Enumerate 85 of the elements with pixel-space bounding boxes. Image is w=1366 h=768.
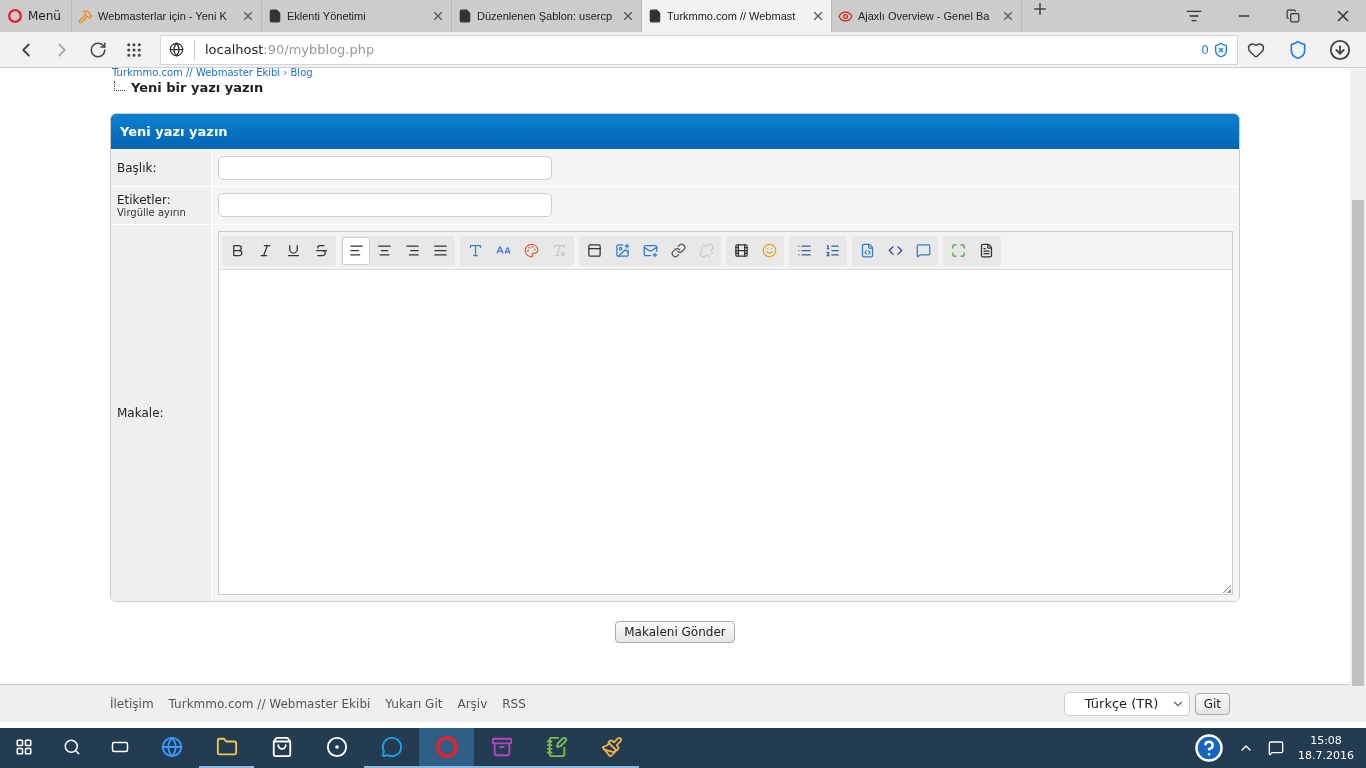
shopping-bag-icon xyxy=(270,736,293,758)
blocked-count: 0 xyxy=(1201,42,1209,57)
circle-logo-icon xyxy=(325,736,348,758)
hammer-icon xyxy=(77,8,93,24)
footer-link[interactable]: Arşiv xyxy=(457,696,488,711)
text-field[interactable] xyxy=(218,156,552,180)
footer-link[interactable]: Yukarı Git xyxy=(385,696,443,711)
start-icon[interactable] xyxy=(15,738,33,756)
speech-bubble-icon xyxy=(915,243,931,258)
text-field[interactable] xyxy=(218,193,552,217)
page-icon xyxy=(267,9,282,23)
document-icon xyxy=(978,243,994,258)
shield-icon[interactable] xyxy=(1213,41,1229,58)
help-icon[interactable] xyxy=(1194,733,1224,763)
image-plus-icon xyxy=(614,243,630,258)
heart-icon[interactable] xyxy=(1247,40,1265,59)
paintbrush-icon xyxy=(600,736,623,758)
page-icon xyxy=(647,9,662,23)
shield-icon[interactable] xyxy=(1288,39,1308,60)
toolbar-button[interactable] xyxy=(342,236,370,265)
eye-icon xyxy=(837,8,853,24)
clear-format-icon xyxy=(551,243,567,258)
chat-bubble-icon xyxy=(380,736,403,758)
reload-icon[interactable] xyxy=(89,40,107,59)
ring-logo-icon xyxy=(8,9,22,23)
footer-link[interactable]: Turkmmo.com // Webmaster Ekibi xyxy=(168,696,371,711)
panel-title: Yeni yazı yazın xyxy=(111,114,1239,149)
link-icon xyxy=(670,243,686,258)
tab-title: Düzenlenen Şablon: usercp xyxy=(476,10,614,22)
mail-plus-icon xyxy=(642,243,658,258)
url-path: :90/mybblog.php xyxy=(263,42,375,57)
tab-title: Eklenti Yönetimi xyxy=(286,10,367,22)
folder-icon xyxy=(215,736,238,758)
search-icon[interactable] xyxy=(63,738,81,756)
footer-link[interactable]: RSS xyxy=(502,696,526,711)
italic-icon xyxy=(257,243,273,258)
justify-icon xyxy=(432,243,448,258)
go-button[interactable]: Git xyxy=(1194,692,1230,715)
field-hint: Virgülle ayırın xyxy=(117,207,187,218)
maximize-icon xyxy=(950,243,966,258)
address-field[interactable]: localhost:90/mybblog.php 0 xyxy=(160,34,1238,65)
tab-menu-icon[interactable] xyxy=(1186,8,1202,24)
globe-icon xyxy=(160,736,183,758)
download-icon[interactable] xyxy=(1329,38,1351,61)
tab-title: Ajaxlı Overview - Genel Ba xyxy=(857,10,991,22)
palette-icon xyxy=(523,243,539,258)
font-icon xyxy=(467,243,483,258)
resize-grip-icon[interactable] xyxy=(1223,585,1231,593)
speed-dial-icon[interactable] xyxy=(125,40,143,59)
field-label: Makale: xyxy=(117,406,165,420)
clock[interactable]: 15:08 18.7.2016 xyxy=(1298,733,1354,763)
strikethrough-icon xyxy=(313,243,329,258)
film-icon xyxy=(733,243,749,258)
url-host: localhost xyxy=(205,42,264,57)
globe-icon xyxy=(169,42,184,57)
tab-title: Webmasterlar için - Yeni K xyxy=(97,10,228,22)
language-select[interactable]: Türkçe (TR) xyxy=(1063,691,1190,716)
align-center-icon xyxy=(376,243,392,258)
field-label: Başlık: xyxy=(117,161,158,175)
numbered-list-icon xyxy=(824,243,840,258)
align-left-icon xyxy=(348,243,364,258)
submit-button[interactable]: Makaleni Gönder xyxy=(615,621,735,643)
clock-date: 18.7.2016 xyxy=(1298,748,1354,763)
clock-time: 15:08 xyxy=(1310,733,1342,748)
scrollbar-thumb[interactable] xyxy=(1352,200,1364,686)
code-icon xyxy=(887,243,903,258)
align-right-icon xyxy=(404,243,420,258)
bullet-list-icon xyxy=(796,243,812,258)
smiley-icon xyxy=(761,243,777,258)
notification-icon[interactable] xyxy=(1268,740,1284,756)
tab-title: Turkmmo.com // Webmast xyxy=(666,10,797,22)
scrollbar[interactable] xyxy=(1350,68,1366,722)
archive-icon xyxy=(490,736,513,758)
browser-tab[interactable]: Turkmmo.com // Webmast xyxy=(641,0,832,32)
footer-link[interactable]: İletişim xyxy=(110,696,154,711)
underline-icon xyxy=(285,243,301,258)
unlink-icon xyxy=(698,243,714,258)
code-file-icon xyxy=(859,243,875,258)
breadcrumb-link[interactable]: Turkmmo.com // Webmaster Ekibi › Blog xyxy=(110,68,1240,78)
ring-logo-icon xyxy=(435,736,458,758)
restore-icon[interactable] xyxy=(1286,9,1300,23)
notepad-icon xyxy=(545,736,568,758)
page-icon xyxy=(457,9,472,23)
breadcrumb-current: Yeni bir yazı yazın xyxy=(131,80,264,95)
field-label: Etiketler: xyxy=(117,193,172,207)
